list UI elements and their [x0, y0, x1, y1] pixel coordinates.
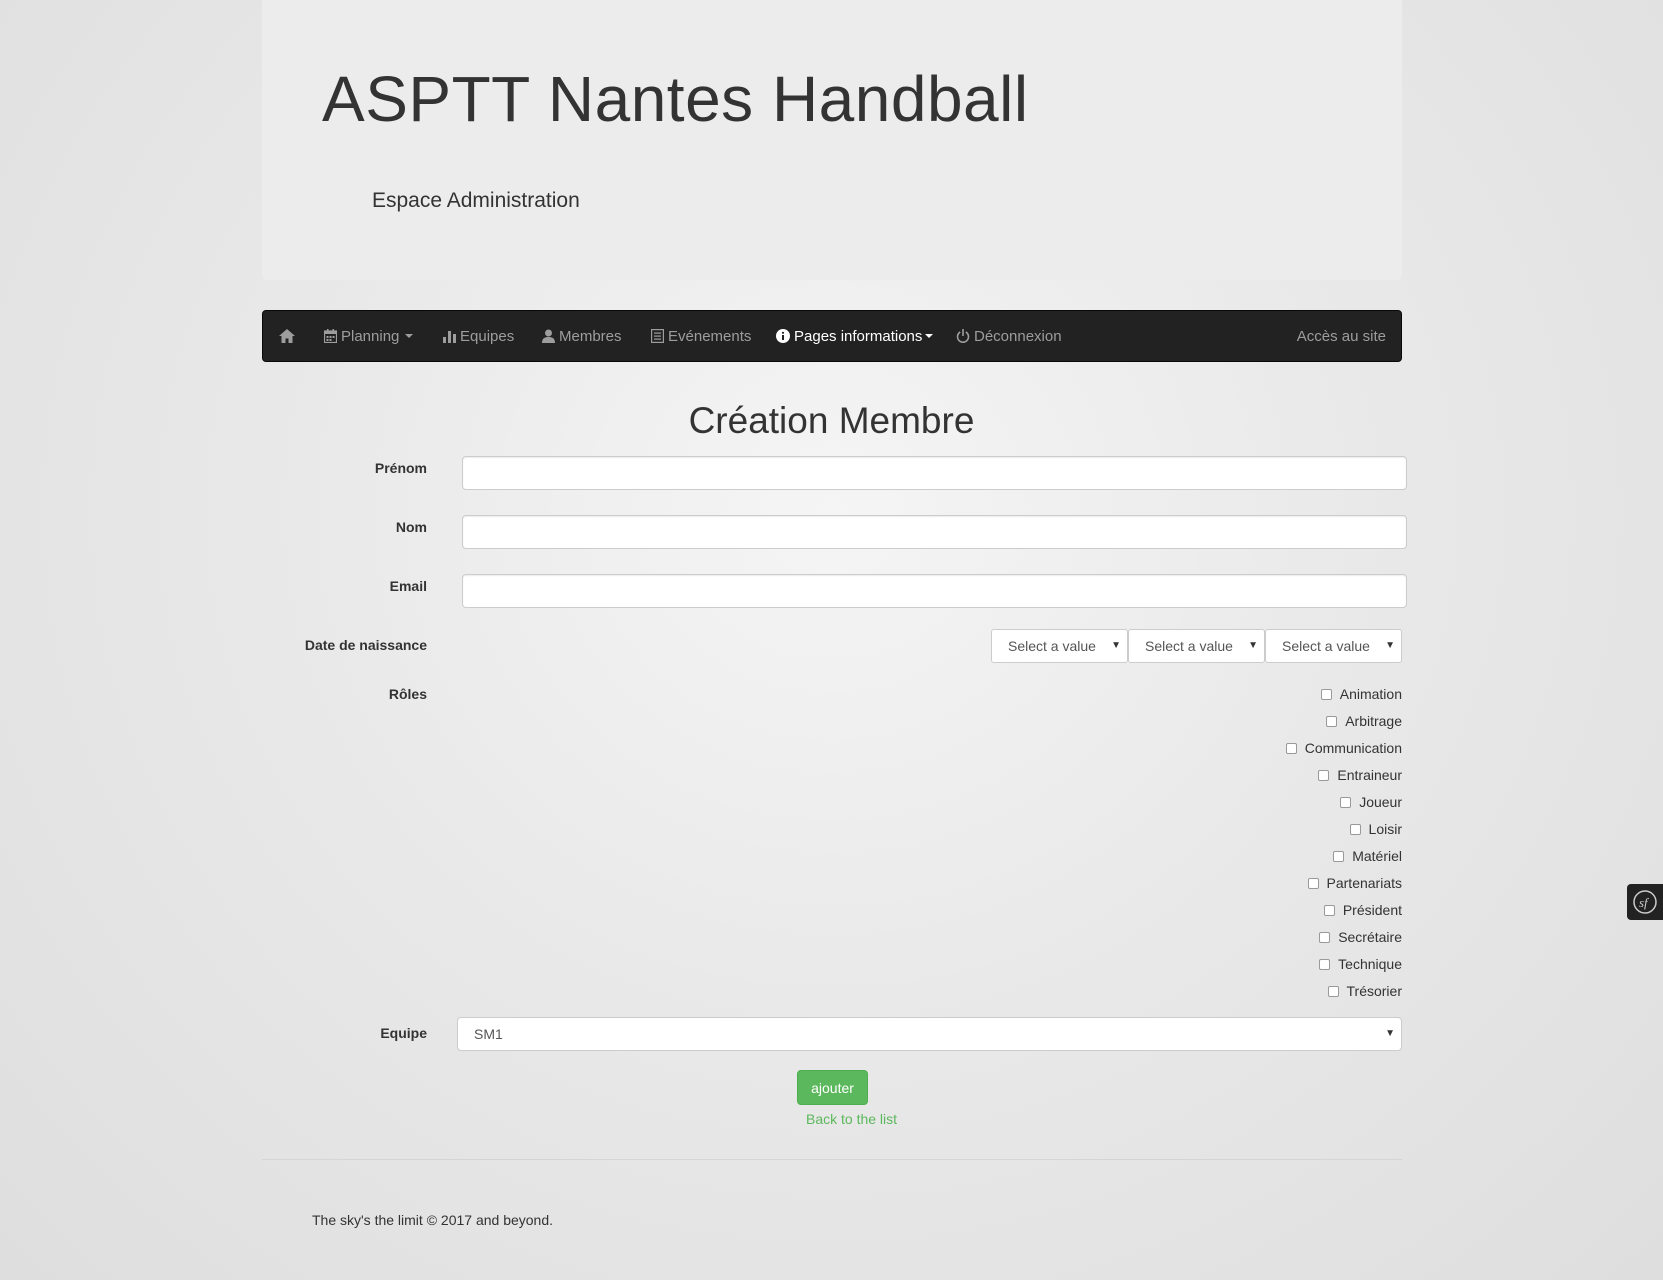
nom-input[interactable] — [462, 515, 1407, 549]
role-label: Président — [1342, 902, 1402, 918]
role-checkbox[interactable] — [1340, 796, 1352, 808]
role-option-animation[interactable]: Animation — [1320, 684, 1402, 704]
role-label: Communication — [1304, 740, 1402, 756]
nav-acces-site-label: Accès au site — [1296, 327, 1386, 345]
equipe-select[interactable]: SM1 ▼ — [457, 1017, 1402, 1051]
stats-icon — [443, 330, 456, 343]
role-checkbox[interactable] — [1323, 904, 1335, 916]
role-label: Matériel — [1352, 848, 1402, 864]
role-checkbox[interactable] — [1285, 742, 1297, 754]
chevron-down-icon — [925, 334, 934, 338]
nav-evenements-label: Evénements — [668, 327, 752, 345]
main-navbar: Planning Equipes Membres Evénements Page… — [262, 310, 1402, 362]
chevron-down-icon: ▼ — [1385, 640, 1395, 651]
role-label: Arbitrage — [1345, 713, 1402, 729]
role-checkbox[interactable] — [1326, 715, 1338, 727]
role-option-materiel[interactable]: Matériel — [1333, 846, 1402, 866]
calendar-icon — [324, 329, 337, 343]
role-checkbox[interactable] — [1349, 823, 1361, 835]
power-icon — [956, 329, 970, 343]
birthdate-year-select[interactable]: Select a value ▼ — [1265, 629, 1402, 663]
role-option-secretaire[interactable]: Secrétaire — [1319, 927, 1402, 947]
role-checkbox[interactable] — [1327, 985, 1339, 997]
site-title: ASPTT Nantes Handball — [322, 63, 1029, 135]
role-option-president[interactable]: Président — [1323, 900, 1402, 920]
nav-pages-informations[interactable]: Pages informations — [776, 311, 934, 361]
role-checkbox[interactable] — [1319, 958, 1331, 970]
page-title: Création Membre — [688, 400, 975, 441]
equipe-select-value: SM1 — [474, 1026, 503, 1042]
chevron-down-icon — [405, 334, 414, 338]
nav-acces-site[interactable]: Accès au site — [1297, 311, 1386, 361]
email-label: Email — [389, 578, 427, 594]
user-icon — [542, 329, 555, 343]
role-checkbox[interactable] — [1307, 877, 1319, 889]
role-label: Technique — [1338, 956, 1402, 972]
role-label: Partenariats — [1326, 875, 1402, 891]
role-checkbox[interactable] — [1320, 688, 1332, 700]
nav-planning-label: Planning — [341, 327, 400, 345]
footer-divider — [262, 1159, 1402, 1160]
birthdate-label: Date de naissance — [304, 637, 427, 653]
prenom-input[interactable] — [462, 456, 1407, 490]
role-option-arbitrage[interactable]: Arbitrage — [1326, 711, 1402, 731]
nav-membres-label: Membres — [559, 327, 622, 345]
symfony-toolbar-toggle[interactable]: sf — [1627, 884, 1663, 920]
nav-pages-informations-label: Pages informations — [794, 327, 923, 345]
nav-home[interactable] — [278, 311, 300, 361]
role-option-loisir[interactable]: Loisir — [1349, 819, 1402, 839]
role-option-tresorier[interactable]: Trésorier — [1327, 981, 1403, 1001]
birthdate-day-value: Select a value — [1008, 638, 1096, 654]
role-option-technique[interactable]: Technique — [1319, 954, 1402, 974]
role-option-joueur[interactable]: Joueur — [1340, 792, 1402, 812]
equipe-label: Equipe — [380, 1025, 427, 1041]
header-jumbotron: ASPTT Nantes Handball Espace Administrat… — [262, 0, 1402, 280]
footer-text: The sky's the limit © 2017 and beyond. — [312, 1212, 554, 1228]
chevron-down-icon: ▼ — [1385, 1028, 1395, 1039]
nav-membres[interactable]: Membres — [542, 311, 622, 361]
ajouter-button[interactable]: ajouter — [797, 1070, 868, 1105]
role-checkbox[interactable] — [1333, 850, 1345, 862]
info-icon — [776, 329, 790, 343]
nav-planning[interactable]: Planning — [324, 311, 414, 361]
chevron-down-icon: ▼ — [1111, 640, 1121, 651]
site-subtitle: Espace Administration — [372, 189, 580, 212]
role-label: Trésorier — [1346, 983, 1403, 999]
role-label: Loisir — [1368, 821, 1402, 837]
role-label: Secrétaire — [1338, 929, 1402, 945]
role-option-partenariats[interactable]: Partenariats — [1307, 873, 1402, 893]
chevron-down-icon: ▼ — [1248, 640, 1258, 651]
role-label: Joueur — [1359, 794, 1402, 810]
symfony-icon: sf — [1633, 890, 1657, 914]
prenom-label: Prénom — [374, 460, 427, 476]
role-option-entraineur[interactable]: Entraineur — [1318, 765, 1402, 785]
role-label: Entraineur — [1337, 767, 1402, 783]
roles-label: Rôles — [388, 686, 427, 702]
nav-equipes-label: Equipes — [460, 327, 515, 345]
nav-deconnexion[interactable]: Déconnexion — [956, 311, 1062, 361]
birthdate-month-select[interactable]: Select a value ▼ — [1128, 629, 1265, 663]
list-icon — [651, 329, 664, 343]
nav-deconnexion-label: Déconnexion — [974, 327, 1062, 345]
nav-evenements[interactable]: Evénements — [651, 311, 751, 361]
role-label: Animation — [1339, 686, 1402, 702]
role-checkbox[interactable] — [1319, 931, 1331, 943]
nom-label: Nom — [395, 519, 427, 535]
nav-equipes[interactable]: Equipes — [443, 311, 514, 361]
birthdate-year-value: Select a value — [1282, 638, 1370, 654]
back-to-list-link[interactable]: Back to the list — [806, 1111, 897, 1127]
role-option-communication[interactable]: Communication — [1285, 738, 1402, 758]
home-icon — [279, 329, 295, 343]
email-input[interactable] — [462, 574, 1407, 608]
birthdate-day-select[interactable]: Select a value ▼ — [991, 629, 1128, 663]
svg-text:sf: sf — [1639, 895, 1650, 910]
role-checkbox[interactable] — [1318, 769, 1330, 781]
birthdate-month-value: Select a value — [1145, 638, 1233, 654]
